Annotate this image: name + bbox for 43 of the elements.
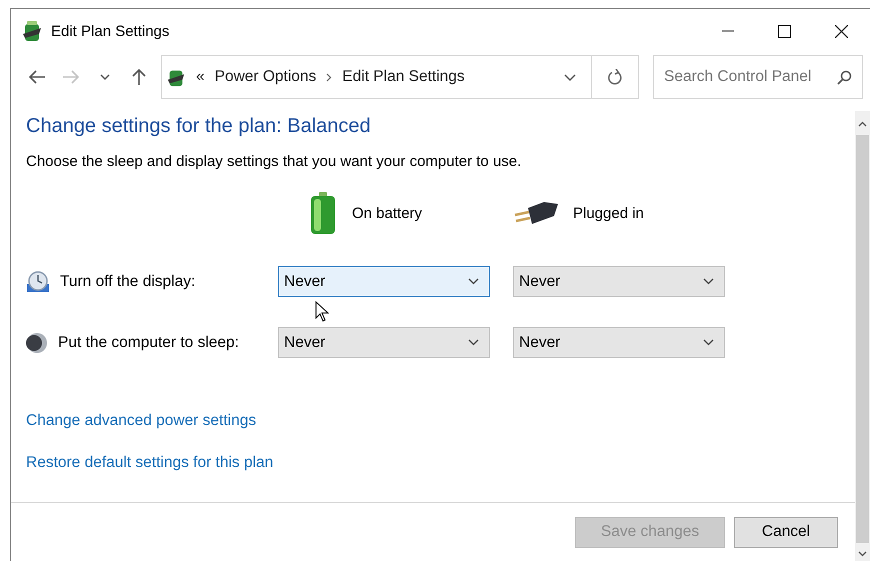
breadcrumb-item[interactable]: Power Options [214,68,316,86]
chevron-down-icon [703,278,714,285]
battery-icon [308,191,338,235]
dropdown[interactable]: Never [513,327,725,358]
dropdown[interactable]: Never [278,266,490,297]
dropdown[interactable]: Never [513,266,725,297]
chevron-down-icon [468,278,479,285]
dropdown[interactable]: Never [278,327,490,358]
setting-label: Turn off the display: [60,272,196,290]
window-title: Edit Plan Settings [51,22,170,40]
breadcrumb-overflow[interactable]: « [196,68,205,86]
setting-label: Put the computer to sleep: [58,334,239,352]
clock-monitor-icon [26,270,50,292]
chevron-down-icon[interactable] [100,74,110,80]
power-plug-icon [513,200,559,226]
page-heading: Change settings for the plan: Balanced [26,115,371,138]
minimize-icon[interactable] [722,30,734,32]
column-heading: On battery [352,204,422,222]
back-arrow-icon[interactable] [28,70,46,84]
search-icon [837,70,852,84]
settings-link[interactable]: Restore default settings for this plan [26,454,274,472]
close-icon[interactable] [835,24,848,38]
chevron-down-icon [703,339,714,346]
maximize-icon[interactable] [778,24,791,38]
search-placeholder: Search Control Panel [664,68,812,86]
scrollbar[interactable] [855,111,870,561]
mouse-cursor-icon [315,301,329,322]
settings-link[interactable]: Change advanced power settings [26,412,256,430]
power-plan-icon [21,20,43,42]
breadcrumb-item[interactable]: Edit Plan Settings [342,68,465,86]
scroll-down-icon[interactable] [858,551,867,557]
refresh-icon[interactable] [607,68,623,86]
address-bar[interactable]: « Power Options Edit Plan Settings [161,55,639,99]
moon-icon [26,332,48,354]
column-heading: Plugged in [573,204,644,222]
up-arrow-icon[interactable] [132,68,146,86]
chevron-right-icon [326,72,332,82]
scroll-up-icon[interactable] [858,121,867,127]
search-field[interactable]: Search Control Panel [653,55,863,99]
description-text: Choose the sleep and display settings that you want your computer to use. [26,153,522,170]
chevron-down-icon [468,339,479,346]
chevron-down-icon[interactable] [564,74,576,80]
cancel-button[interactable]: Cancel [734,516,838,548]
